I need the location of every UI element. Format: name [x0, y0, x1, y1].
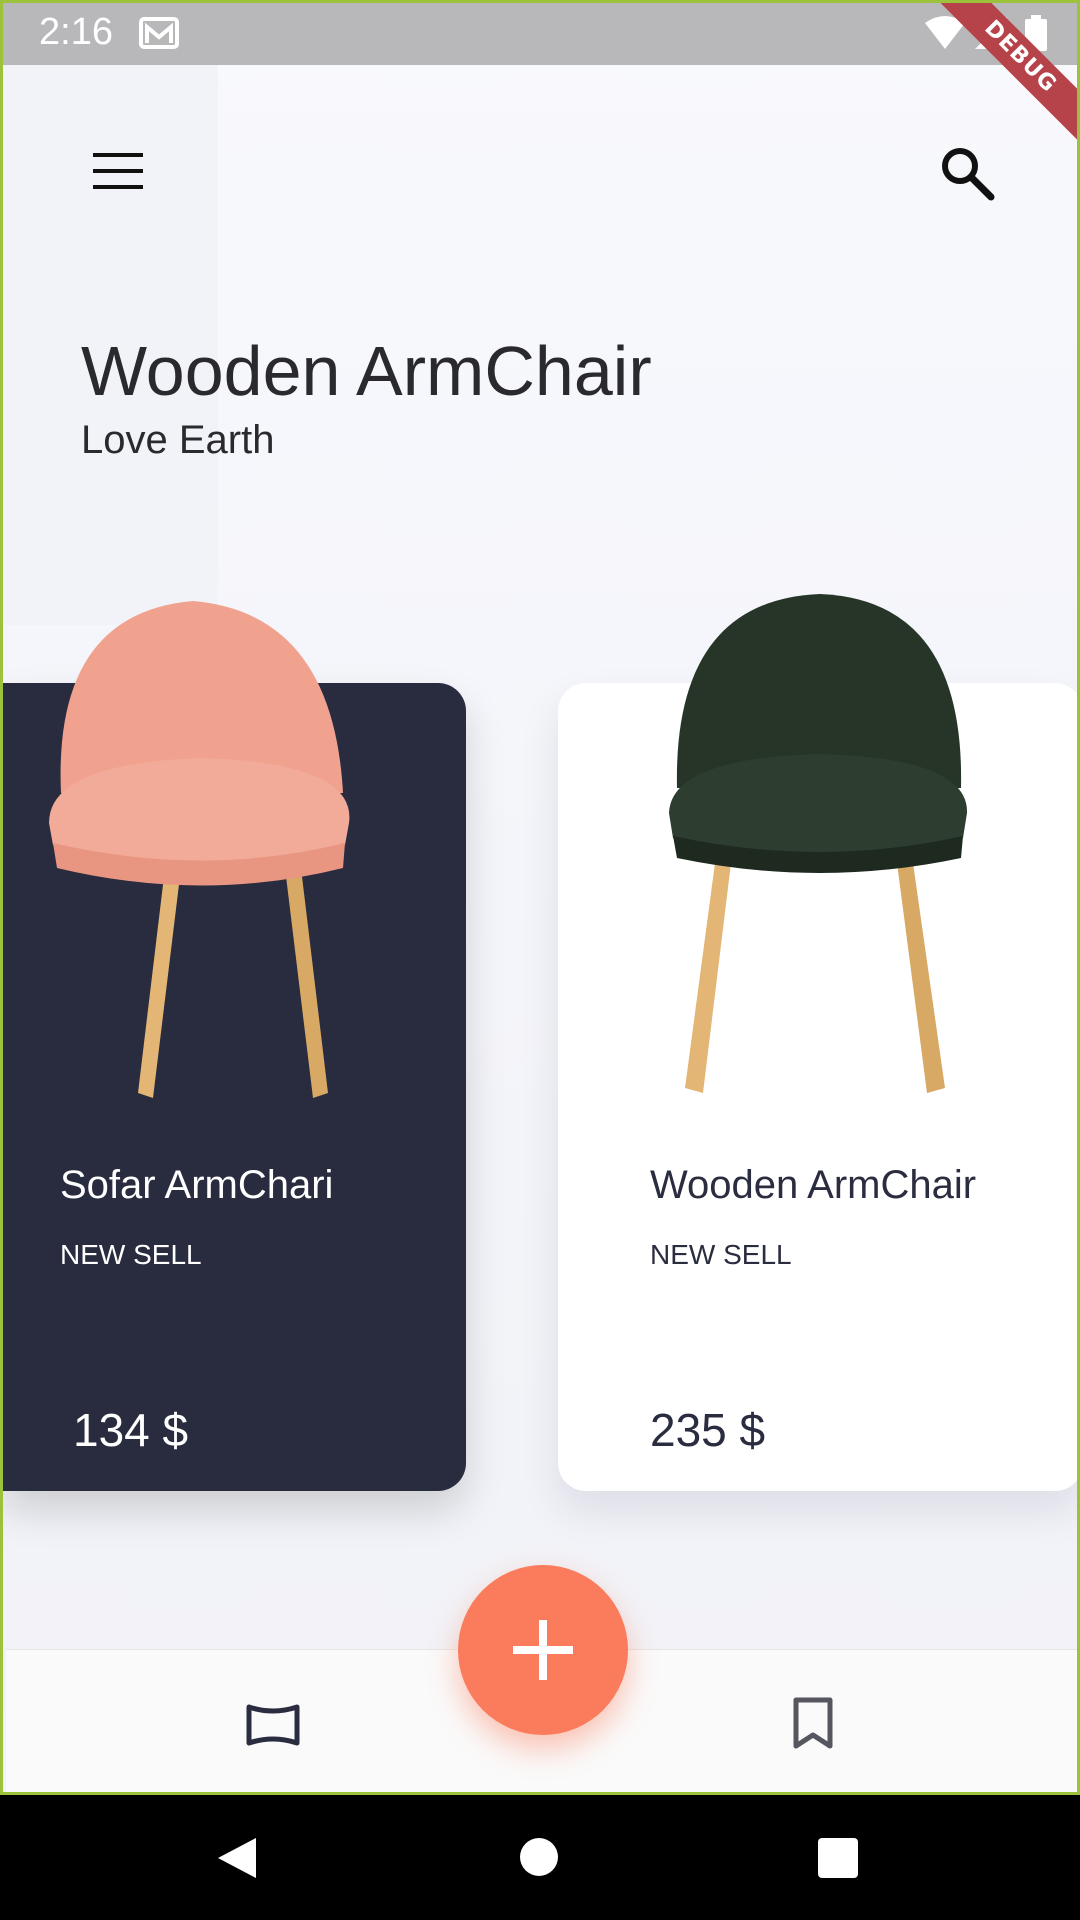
recent-apps-icon[interactable] [818, 1838, 858, 1878]
product-price: 235 $ [650, 1404, 766, 1456]
pink-armchair-image [49, 601, 350, 1098]
gmail-notification-icon [139, 17, 179, 49]
status-bar: 2:16 [3, 3, 1077, 65]
menu-icon[interactable] [93, 153, 143, 189]
product-name: Sofar ArmChari [60, 1163, 334, 1207]
add-button[interactable] [458, 1565, 628, 1735]
status-time: 2:16 [39, 11, 113, 53]
product-tag: NEW SELL [650, 1239, 792, 1270]
product-tag: NEW SELL [60, 1239, 202, 1270]
panorama-icon[interactable] [245, 1703, 301, 1747]
plus-icon [513, 1620, 573, 1680]
app-screen: 2:16 DEBUG Wooden ArmChair Love Earth So… [0, 0, 1080, 1795]
green-armchair-image [669, 594, 968, 1093]
home-icon[interactable] [520, 1838, 558, 1876]
product-price: 134 $ [73, 1404, 189, 1456]
back-icon[interactable] [216, 1836, 260, 1880]
product-name: Wooden ArmChair [650, 1163, 977, 1207]
page-title: Wooden ArmChair [81, 332, 652, 410]
search-icon[interactable] [939, 145, 995, 201]
page-subtitle: Love Earth [81, 418, 275, 462]
bookmark-icon[interactable] [793, 1697, 833, 1749]
